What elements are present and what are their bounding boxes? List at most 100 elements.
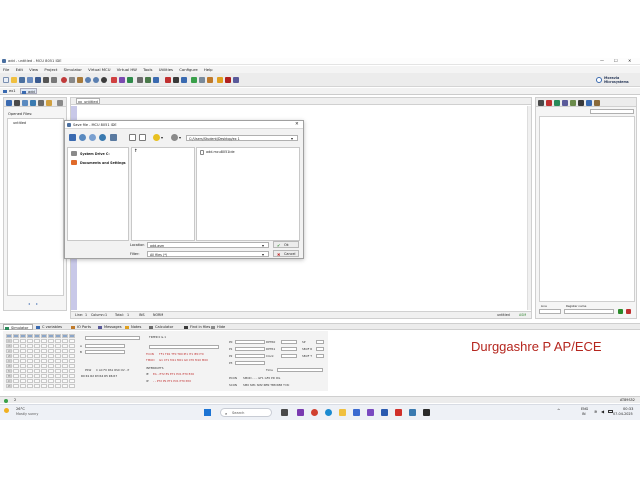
undo-icon[interactable]	[85, 77, 91, 83]
right-panel-ok-icon[interactable]	[618, 309, 623, 314]
tab-calculator[interactable]: Calculator	[148, 324, 182, 330]
widgets-icon[interactable]	[297, 409, 304, 416]
maximize-button[interactable]: ☐	[614, 58, 618, 63]
sbuf-r-field[interactable]	[316, 347, 324, 351]
port-p1-field[interactable]	[235, 347, 265, 351]
menu-help[interactable]: Help	[204, 67, 213, 72]
filter-dropdown-icon[interactable]: ▾	[262, 252, 264, 257]
place-documents[interactable]: Documents and Settings	[80, 161, 126, 165]
port-p0-field[interactable]	[235, 340, 265, 344]
filter-select[interactable]: All files (*) ▾	[147, 251, 269, 257]
cut-icon[interactable]	[61, 77, 67, 83]
ok-button[interactable]: ✔ Ok	[273, 241, 299, 248]
close-button[interactable]: ✕	[628, 58, 631, 63]
parent-folder-icon[interactable]: ↑	[134, 149, 138, 154]
menu-virtual-hw[interactable]: Virtual HW	[117, 67, 137, 72]
close-all-icon[interactable]	[51, 77, 57, 83]
list-view-icon[interactable]	[129, 134, 136, 141]
media-icon[interactable]	[395, 409, 402, 416]
word-icon[interactable]	[381, 409, 388, 416]
tools-icon[interactable]	[233, 77, 239, 83]
step-over-icon[interactable]	[173, 77, 179, 83]
start-simulator-icon[interactable]	[137, 77, 143, 83]
hardware-icon[interactable]	[570, 99, 576, 106]
vscode-icon[interactable]	[367, 409, 374, 416]
config-dropdown-icon[interactable]: ▾	[179, 135, 181, 140]
forward-icon[interactable]	[89, 134, 96, 141]
menu-tools[interactable]: Tools	[143, 67, 152, 72]
tab-hide[interactable]: Hide	[210, 324, 232, 330]
wifi-icon[interactable]: ≋	[594, 409, 597, 414]
file-item[interactable]: add.mcu8051ide	[206, 150, 235, 154]
left-panel-arrow-right[interactable]: ▸	[36, 301, 38, 306]
right-panel-clear-icon[interactable]	[626, 309, 631, 314]
minimize-button[interactable]: —	[600, 58, 604, 63]
port-p3-field[interactable]	[235, 361, 265, 365]
save-all-icon[interactable]	[35, 77, 41, 83]
detail-view-icon[interactable]	[139, 134, 146, 141]
menu-virtual-mcu[interactable]: Virtual MCU	[88, 67, 110, 72]
flag-icon[interactable]	[546, 99, 552, 106]
menu-simulator[interactable]: Simulator	[64, 67, 82, 72]
sp-field[interactable]	[316, 340, 324, 344]
right-panel-search[interactable]	[590, 109, 634, 114]
tab-io-ports[interactable]: IO Ports	[70, 324, 96, 330]
graph-icon[interactable]	[554, 99, 560, 106]
step-out-icon[interactable]	[181, 77, 187, 83]
reg-b-field[interactable]	[85, 350, 125, 354]
files-view-icon[interactable]	[6, 99, 12, 106]
taskbar-search[interactable]: ⌕ Search	[220, 408, 272, 417]
folder-icon[interactable]	[46, 99, 52, 106]
path-field[interactable]: C:/Users/Student/Desktop/ex 1 ▾	[186, 135, 298, 141]
settings-icon[interactable]	[38, 99, 44, 106]
bookmark-dropdown-icon[interactable]: ▾	[161, 135, 163, 140]
compile-icon[interactable]	[111, 77, 117, 83]
step-icon[interactable]	[165, 77, 171, 83]
symbol-icon[interactable]	[562, 99, 568, 106]
menu-utilities[interactable]: Utilities	[159, 67, 173, 72]
breakpoints-icon[interactable]	[30, 99, 36, 106]
editor-tab-untitled[interactable]: untitled	[76, 98, 100, 104]
edge-icon[interactable]	[325, 409, 332, 416]
place-system-drive[interactable]: System Drive C:	[80, 152, 110, 156]
menu-file[interactable]: File	[3, 67, 9, 72]
start-icon[interactable]	[204, 409, 211, 416]
tab-notes[interactable]: Notes	[124, 324, 148, 330]
tab-simulator[interactable]: Simulator	[3, 324, 33, 330]
menu-configure[interactable]: Configure	[179, 67, 197, 72]
file-explorer-icon[interactable]	[339, 409, 346, 416]
left-panel-arrow-left[interactable]: ◂	[28, 301, 30, 306]
tray-chevron-icon[interactable]: ^	[557, 408, 560, 413]
project-view-icon[interactable]	[14, 99, 20, 106]
project-tab-ex1[interactable]: ex1	[2, 88, 19, 94]
animate-icon[interactable]	[199, 77, 205, 83]
editor-scrollbar[interactable]	[527, 106, 531, 310]
bolt-icon[interactable]	[217, 77, 223, 83]
time-field[interactable]	[277, 368, 323, 372]
config-icon[interactable]	[171, 134, 178, 141]
volume-icon[interactable]: ◀	[601, 409, 604, 414]
new-file-icon[interactable]	[3, 77, 9, 83]
cancel-button[interactable]: ✖ Cancel	[273, 250, 299, 257]
build-icon[interactable]	[119, 77, 125, 83]
tab-c-variables[interactable]: C variables	[35, 324, 68, 330]
project-tab-add[interactable]: add	[20, 88, 37, 94]
task-view-icon[interactable]	[281, 409, 288, 416]
find-icon[interactable]	[101, 77, 107, 83]
sbuf-t-field[interactable]	[316, 354, 324, 358]
back-icon[interactable]	[79, 134, 86, 141]
menu-project[interactable]: Project	[44, 67, 57, 72]
right-panel-line-input[interactable]	[539, 309, 561, 314]
new-folder-icon[interactable]	[110, 134, 117, 141]
reg-a-field[interactable]	[85, 344, 125, 348]
mcu-ide-taskbar-icon[interactable]	[409, 409, 416, 416]
register-icon[interactable]	[538, 99, 544, 106]
run-icon[interactable]	[191, 77, 197, 83]
reload-icon[interactable]	[99, 134, 106, 141]
menu-edit[interactable]: Edit	[16, 67, 23, 72]
bank-field-top[interactable]	[85, 336, 140, 340]
hibernate-icon[interactable]	[207, 77, 213, 83]
paste-icon[interactable]	[77, 77, 83, 83]
location-dropdown-icon[interactable]: ▾	[262, 243, 264, 248]
right-panel-register-input[interactable]	[564, 309, 614, 314]
